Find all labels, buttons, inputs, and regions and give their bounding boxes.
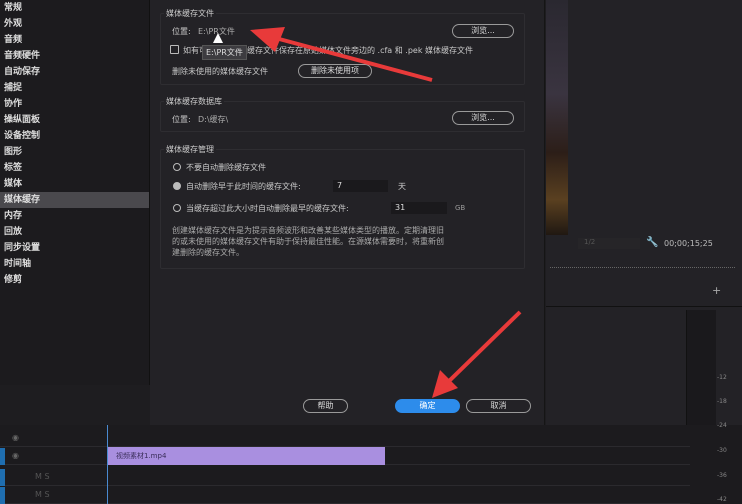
annotation-arrows	[250, 27, 522, 398]
arrow-to-location	[267, 34, 433, 82]
arrow-to-ok	[443, 310, 522, 387]
arrowhead	[250, 27, 285, 52]
